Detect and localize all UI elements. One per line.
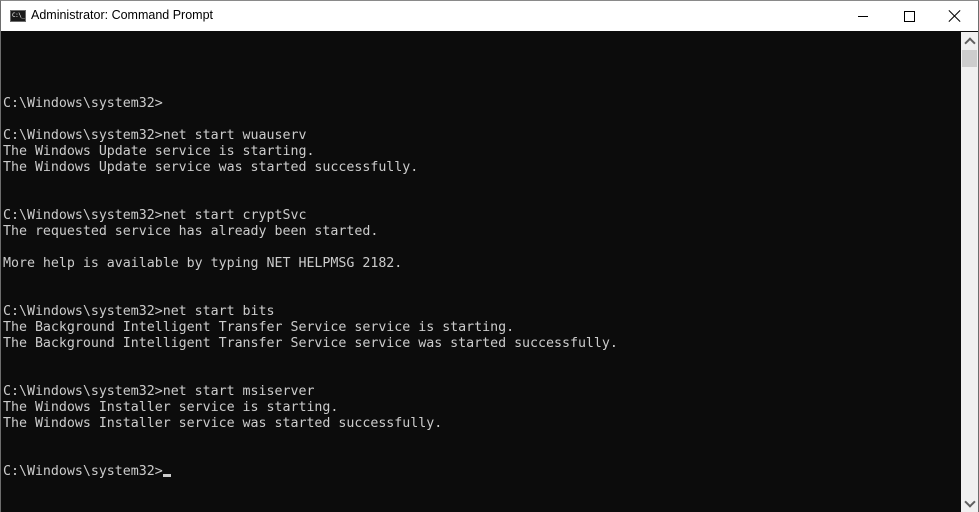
- scrollbar-thumb[interactable]: [962, 50, 977, 67]
- cmd-app-icon[interactable]: C:\_: [10, 10, 26, 22]
- console-line: C:\Windows\system32>: [3, 96, 163, 111]
- chevron-up-icon: [963, 36, 976, 49]
- console-line: The Windows Installer service is startin…: [3, 400, 339, 415]
- current-prompt: C:\Windows\system32>: [3, 464, 163, 479]
- window-title: Administrator: Command Prompt: [31, 8, 214, 22]
- console-output[interactable]: C:\Windows\system32> C:\Windows\system32>…: [1, 32, 961, 512]
- cmd-app-icon-glyph: C:\_: [12, 12, 25, 19]
- console-line: C:\Windows\system32>net start bits: [3, 304, 275, 319]
- console-line: C:\Windows\system32>net start msiserver: [3, 384, 315, 399]
- console-line: The Windows Update service was started s…: [3, 160, 419, 175]
- console-line: The Background Intelligent Transfer Serv…: [3, 336, 618, 351]
- close-button[interactable]: [932, 1, 978, 31]
- console-line: The requested service has already been s…: [3, 224, 379, 239]
- chevron-down-icon: [963, 495, 976, 508]
- maximize-icon: [903, 10, 915, 22]
- scroll-up-button[interactable]: [961, 32, 978, 49]
- console-line: The Background Intelligent Transfer Serv…: [3, 320, 515, 335]
- minimize-icon: [858, 15, 868, 17]
- command-prompt-window: C:\_ Administrator: Command Prompt C:\Wi…: [0, 0, 979, 512]
- console-line: C:\Windows\system32>net start wuauserv: [3, 128, 307, 143]
- close-icon: [949, 10, 961, 22]
- scroll-down-button[interactable]: [961, 495, 978, 512]
- console-line: The Windows Installer service was starte…: [3, 416, 443, 431]
- title-bar[interactable]: C:\_ Administrator: Command Prompt: [1, 1, 978, 31]
- console-lines: C:\Windows\system32> C:\Windows\system32>…: [3, 64, 618, 480]
- vertical-scrollbar[interactable]: [961, 32, 978, 512]
- minimize-button[interactable]: [840, 1, 886, 31]
- text-cursor: [162, 474, 171, 477]
- console-line: C:\Windows\system32>net start cryptSvc: [3, 208, 307, 223]
- console-line: The Windows Update service is starting.: [3, 144, 315, 159]
- console-prompt-line[interactable]: C:\Windows\system32>: [3, 464, 618, 480]
- console-line: More help is available by typing NET HEL…: [3, 256, 403, 271]
- maximize-button[interactable]: [886, 1, 932, 31]
